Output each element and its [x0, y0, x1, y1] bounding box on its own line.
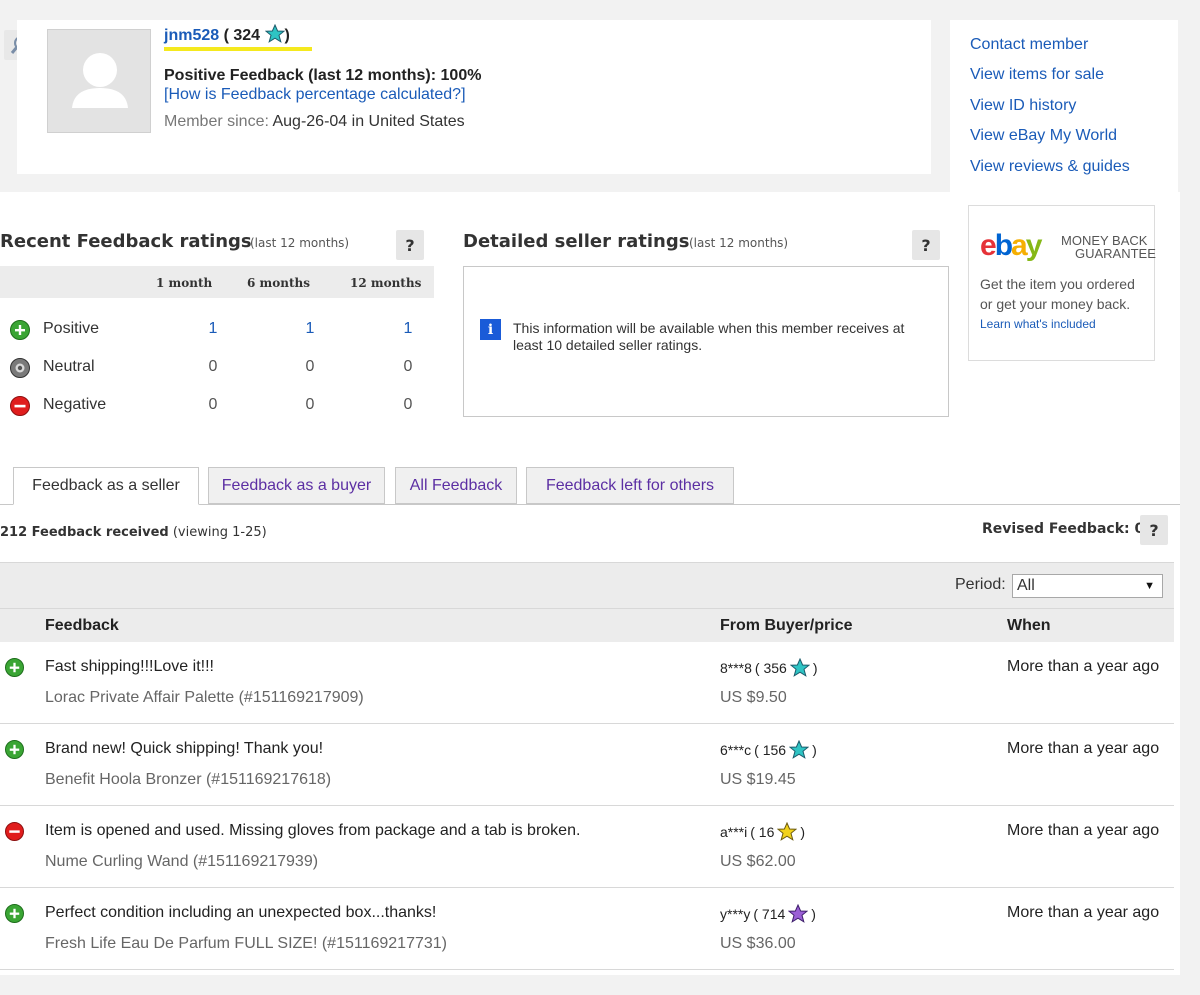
star-icon [789, 740, 810, 759]
col-1-month: 1 month [156, 276, 213, 290]
rating-value: 0 [208, 358, 218, 375]
period-select[interactable]: All ▼ [1012, 574, 1163, 598]
feedback-comment: Perfect condition including an unexpecte… [45, 904, 437, 921]
header-from-buyer: From Buyer/price [720, 617, 853, 634]
period-bar: Period: All ▼ [0, 562, 1174, 609]
mbg-learn-link[interactable]: Learn what's included [980, 317, 1096, 331]
item-title: Fresh Life Eau De Parfum FULL SIZE! (#15… [45, 935, 447, 952]
rating-value[interactable]: 1 [398, 320, 418, 338]
feedback-table-header [0, 609, 1174, 642]
dsr-box: i This information will be available whe… [463, 266, 949, 417]
rating-value: 0 [305, 396, 315, 413]
view-reviews-link[interactable]: View reviews & guides [970, 158, 1130, 176]
member-links-panel: Contact member View items for sale View … [950, 20, 1178, 192]
dsr-help-button[interactable]: ? [912, 230, 940, 260]
positive-icon [5, 658, 24, 677]
item-title: Lorac Private Affair Palette (#151169217… [45, 689, 364, 706]
recent-ratings-help-button[interactable]: ? [396, 230, 424, 260]
header-when: When [1007, 617, 1051, 634]
username-highlight [164, 47, 312, 51]
info-icon: i [480, 319, 501, 340]
rating-value[interactable]: 1 [300, 320, 320, 338]
view-my-world-link[interactable]: View eBay My World [970, 127, 1117, 145]
username-line: jnm528 ( 324 ) [164, 23, 290, 45]
buyer-id: 8***8( 356) [720, 658, 818, 677]
feedback-when: More than a year ago [1007, 740, 1160, 757]
mbg-text: Get the item you ordered or get your mon… [980, 276, 1135, 312]
table-row: Fast shipping!!!Love it!!! Lorac Private… [0, 642, 1174, 724]
recent-ratings-title: Recent Feedback ratings [0, 231, 252, 252]
tab-all-feedback[interactable]: All Feedback [395, 467, 517, 504]
neutral-icon [10, 358, 30, 378]
dropdown-arrow-icon: ▼ [1144, 580, 1155, 592]
tab-feedback-as-buyer[interactable]: Feedback as a buyer [208, 467, 385, 504]
buyer-id: a***i( 16) [720, 822, 806, 841]
positive-icon [5, 740, 24, 759]
mbg-tagline-2: GUARANTEE [1075, 246, 1156, 261]
item-price: US $9.50 [720, 689, 787, 706]
positive-icon [10, 320, 30, 340]
feedback-comment: Item is opened and used. Missing gloves … [45, 822, 581, 839]
buyer-id: y***y( 714) [720, 904, 816, 923]
col-12-months: 12 months [350, 276, 422, 290]
item-price: US $19.45 [720, 771, 796, 788]
revised-help-button[interactable]: ? [1140, 515, 1168, 545]
header-feedback: Feedback [45, 617, 119, 634]
feedback-comment: Fast shipping!!!Love it!!! [45, 658, 214, 675]
rating-value: 0 [305, 358, 315, 375]
table-row: Item is opened and used. Missing gloves … [0, 806, 1174, 888]
negative-icon [5, 822, 24, 841]
view-id-history-link[interactable]: View ID history [970, 97, 1076, 115]
username-link[interactable]: jnm528 [164, 27, 219, 44]
item-title: Benefit Hoola Bronzer (#151169217618) [45, 771, 332, 788]
money-back-guarantee[interactable]: ebay MONEY BACK GUARANTEE Get the item y… [968, 205, 1156, 361]
feedback-when: More than a year ago [1007, 658, 1160, 675]
dsr-subtitle: (last 12 months) [689, 236, 789, 250]
avatar [47, 29, 151, 133]
star-icon [264, 23, 285, 43]
dsr-title: Detailed seller ratings [463, 231, 690, 252]
negative-icon [10, 396, 30, 416]
feedback-comment: Brand new! Quick shipping! Thank you! [45, 740, 324, 757]
rating-value: 0 [208, 396, 218, 413]
item-price: US $36.00 [720, 935, 796, 952]
col-6-months: 6 months [247, 276, 310, 290]
dsr-message: This information will be available when … [513, 320, 905, 353]
item-title: Nume Curling Wand (#151169217939) [45, 853, 319, 870]
period-label: Period: [955, 576, 1006, 593]
ebay-logo: ebay [980, 229, 1042, 262]
user-silhouette-icon [72, 53, 128, 108]
star-icon [789, 658, 810, 677]
star-icon [777, 822, 798, 841]
table-row: Brand new! Quick shipping! Thank you! Be… [0, 724, 1174, 806]
feedback-calc-link[interactable]: [How is Feedback percentage calculated?] [164, 86, 466, 104]
feedback-when: More than a year ago [1007, 822, 1160, 839]
feedback-score: ( 324 [219, 27, 265, 44]
rating-value[interactable]: 1 [203, 320, 223, 338]
contact-member-link[interactable]: Contact member [970, 36, 1088, 54]
positive-icon [5, 904, 24, 923]
positive-feedback-percent: Positive Feedback (last 12 months): 100% [164, 67, 482, 84]
view-items-link[interactable]: View items for sale [970, 66, 1104, 84]
rating-value: 0 [403, 358, 413, 375]
tab-feedback-left-for-others[interactable]: Feedback left for others [526, 467, 734, 504]
revised-feedback: Revised Feedback: 0 [982, 521, 1145, 537]
profile-panel: jnm528 ( 324 ) Positive Feedback (last 1… [17, 20, 931, 174]
star-icon [788, 904, 809, 923]
rating-label-positive: Positive [43, 320, 100, 337]
recent-ratings-subtitle: (last 12 months) [250, 236, 350, 250]
feedback-received-count: 212 Feedback received (viewing 1-25) [0, 525, 267, 540]
buyer-id: 6***c( 156) [720, 740, 817, 759]
member-since: Member since: Aug-26-04 in United States [164, 113, 465, 130]
item-price: US $62.00 [720, 853, 796, 870]
tab-feedback-as-seller[interactable]: Feedback as a seller [13, 467, 199, 505]
rating-value: 0 [403, 396, 413, 413]
table-row: Perfect condition including an unexpecte… [0, 888, 1174, 970]
feedback-when: More than a year ago [1007, 904, 1160, 921]
rating-label-neutral: Neutral [43, 358, 95, 375]
rating-label-negative: Negative [43, 396, 107, 413]
